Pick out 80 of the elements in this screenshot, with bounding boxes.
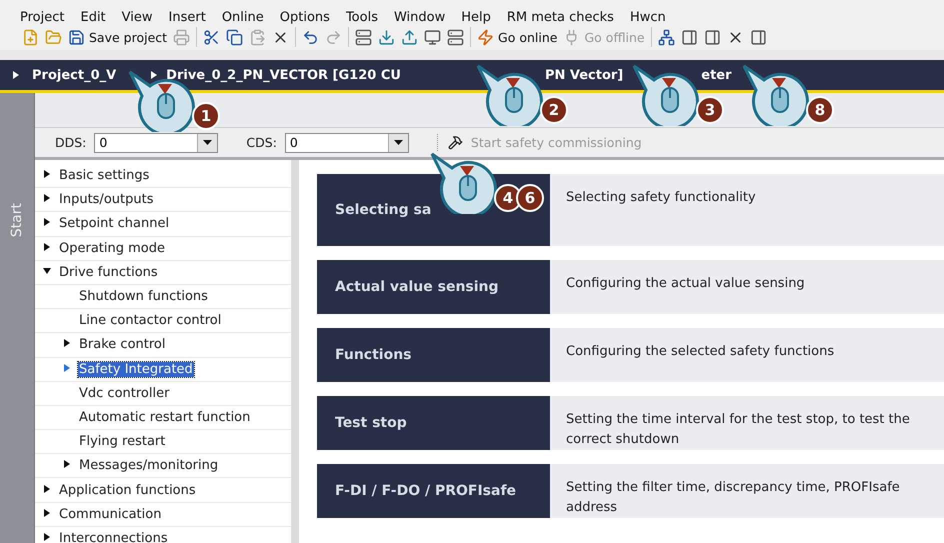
breadcrumb-item[interactable]: eter bbox=[701, 68, 732, 82]
menu-item[interactable]: Project bbox=[12, 10, 72, 24]
tree-item[interactable]: Interconnections bbox=[58, 530, 169, 543]
tree-item[interactable]: Messages/monitoring bbox=[78, 458, 220, 474]
dds-label: DDS: bbox=[55, 135, 86, 150]
device-icon[interactable] bbox=[355, 28, 372, 46]
expander-icon[interactable] bbox=[63, 339, 71, 348]
tree-item[interactable]: Application functions bbox=[58, 482, 197, 498]
expander-icon[interactable] bbox=[43, 508, 51, 517]
lightning-icon bbox=[477, 28, 494, 46]
panel-icon[interactable] bbox=[704, 28, 721, 46]
expander-icon[interactable] bbox=[43, 484, 51, 493]
panel-icon[interactable] bbox=[750, 28, 767, 46]
menu-item[interactable]: Options bbox=[272, 10, 338, 24]
expand-icon[interactable] bbox=[12, 71, 20, 79]
menu-item[interactable]: Help bbox=[453, 10, 499, 24]
tree-item[interactable]: Flying restart bbox=[78, 434, 166, 450]
mouse-pointer-icon bbox=[476, 64, 546, 126]
breadcrumb-item[interactable]: PN Vector] bbox=[544, 68, 624, 82]
dds-dropdown[interactable]: 0 bbox=[94, 132, 218, 152]
undo-icon[interactable] bbox=[302, 28, 320, 46]
menu-item[interactable]: Online bbox=[214, 10, 272, 24]
step-description: Setting the time interval for the test stop, to test the correct shutdown bbox=[566, 412, 910, 447]
menu-item[interactable]: Window bbox=[386, 10, 454, 24]
mouse-pointer-icon bbox=[632, 64, 702, 126]
menu-item[interactable]: Insert bbox=[160, 10, 214, 24]
step-button[interactable]: Test stop bbox=[317, 396, 550, 450]
step-description: Selecting safety functionality bbox=[566, 190, 756, 205]
step-description: Setting the filter time, discrepancy time, PROFIsafe address bbox=[566, 480, 900, 515]
tree-item[interactable]: Basic settings bbox=[58, 168, 150, 184]
expander-icon[interactable] bbox=[43, 266, 51, 275]
menu-item[interactable]: Hwcn bbox=[622, 10, 674, 24]
mouse-pointer-icon bbox=[430, 152, 500, 214]
tree-item[interactable]: Brake control bbox=[78, 337, 166, 352]
menu-item[interactable]: RM meta checks bbox=[498, 10, 622, 24]
expander-icon[interactable] bbox=[43, 532, 51, 541]
upload-icon[interactable] bbox=[401, 28, 418, 46]
dropdown-icon[interactable] bbox=[388, 134, 408, 152]
download-icon[interactable] bbox=[378, 28, 396, 46]
tools-icon bbox=[448, 135, 463, 150]
tree-item[interactable]: Operating mode bbox=[58, 240, 166, 256]
step-description: Configuring the actual value sensing bbox=[566, 276, 805, 291]
expander-icon[interactable] bbox=[63, 460, 71, 468]
tree-item[interactable]: Automatic restart function bbox=[78, 410, 252, 425]
separator-icon bbox=[150, 71, 158, 79]
tree-item[interactable]: Inputs/outputs bbox=[58, 192, 154, 208]
breadcrumb-item[interactable]: Project_0_V bbox=[32, 68, 116, 82]
panel-icon[interactable] bbox=[680, 28, 698, 46]
network-icon[interactable] bbox=[658, 28, 675, 46]
step-button[interactable]: Functions bbox=[317, 328, 550, 382]
monitor-icon[interactable] bbox=[424, 28, 442, 46]
mouse-pointer-icon bbox=[742, 64, 812, 126]
scissors-icon[interactable] bbox=[203, 28, 220, 46]
tree-item[interactable]: Safety Integrated bbox=[78, 362, 194, 377]
tree-item[interactable]: Setpoint channel bbox=[58, 216, 170, 232]
menu-item[interactable]: View bbox=[114, 10, 161, 24]
tree-item[interactable]: Vdc controller bbox=[78, 386, 170, 401]
cds-dropdown[interactable]: 0 bbox=[284, 132, 409, 152]
save-icon bbox=[68, 28, 85, 46]
expander-icon[interactable] bbox=[43, 242, 51, 251]
toolbar-button[interactable]: Save project bbox=[68, 28, 168, 46]
tree-item[interactable]: Shutdown functions bbox=[78, 289, 209, 304]
step-button[interactable]: F-DI / F-DO / PROFIsafe bbox=[317, 464, 550, 518]
cds-label: CDS: bbox=[246, 135, 277, 150]
side-tab-label: Start bbox=[9, 203, 25, 238]
device-icon[interactable] bbox=[447, 28, 464, 46]
tree-item[interactable]: Drive functions bbox=[58, 264, 159, 280]
expander-icon[interactable] bbox=[43, 170, 51, 178]
expander-icon[interactable] bbox=[43, 194, 51, 202]
expander-icon[interactable] bbox=[43, 218, 51, 226]
tree-item[interactable]: Communication bbox=[58, 506, 162, 522]
copy-icon[interactable] bbox=[226, 28, 244, 46]
tree-item[interactable]: Line contactor control bbox=[78, 313, 222, 328]
dropdown-icon[interactable] bbox=[197, 134, 218, 152]
menu-item[interactable]: Tools bbox=[338, 10, 386, 24]
step-description: Configuring the selected safety functions bbox=[566, 344, 834, 359]
toolbar-button[interactable]: Go online bbox=[477, 28, 558, 46]
menu-item[interactable]: Edit bbox=[72, 10, 114, 24]
breadcrumb-item[interactable]: Drive_0_2_PN_VECTOR [G120 CU bbox=[166, 68, 401, 82]
step-button[interactable]: Actual value sensing bbox=[317, 260, 550, 314]
